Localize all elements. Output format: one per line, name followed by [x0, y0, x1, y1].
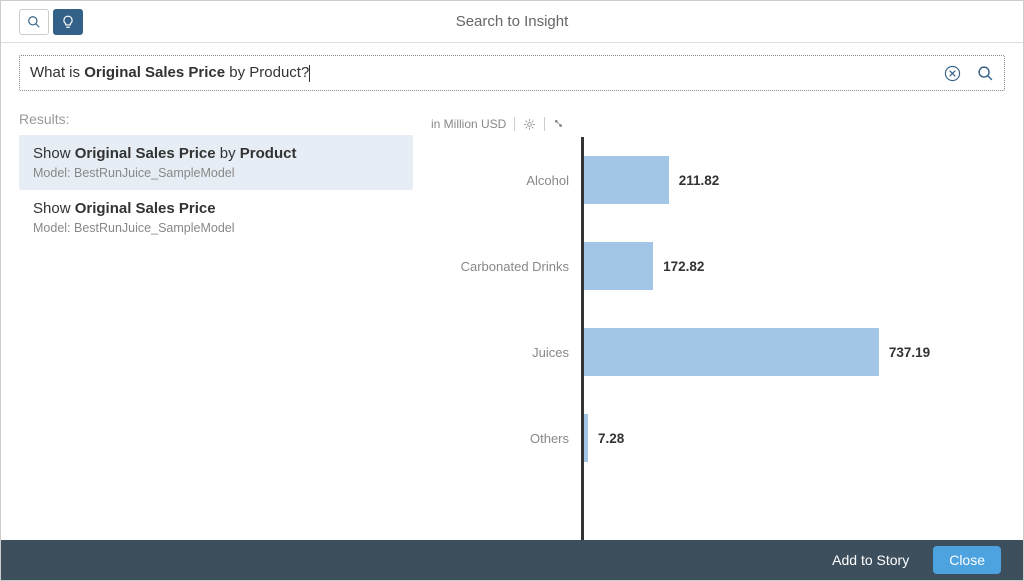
bar-row: 172.82	[584, 223, 1005, 309]
dialog-footer: Add to Story Close	[1, 540, 1023, 580]
dialog-title: Search to Insight	[1, 13, 1023, 30]
category-label: Carbonated Drinks	[425, 223, 581, 309]
clear-icon[interactable]	[944, 65, 961, 82]
bar[interactable]	[584, 414, 588, 462]
result-title: Show Original Sales Price	[33, 200, 399, 217]
search-submit-icon[interactable]	[977, 65, 994, 82]
divider	[544, 117, 545, 131]
result-item-1[interactable]: Show Original Sales Price Model: BestRun…	[19, 190, 413, 245]
divider	[514, 117, 515, 131]
insight-mode-button[interactable]	[53, 9, 83, 35]
bar-value-label: 7.28	[598, 431, 624, 446]
add-to-story-button[interactable]: Add to Story	[832, 552, 909, 568]
result-item-0[interactable]: Show Original Sales Price by Product Mod…	[19, 135, 413, 190]
close-button[interactable]: Close	[933, 546, 1001, 574]
category-label: Others	[425, 395, 581, 481]
result-model: Model: BestRunJuice_SampleModel	[33, 221, 399, 235]
bar[interactable]	[584, 328, 879, 376]
bar-value-label: 211.82	[679, 173, 720, 188]
search-icon	[27, 15, 41, 29]
bar-value-label: 737.19	[889, 345, 930, 360]
bar-row: 7.28	[584, 395, 1005, 481]
search-text: What is Original Sales Price by Product?	[30, 64, 944, 82]
search-mode-button[interactable]	[19, 9, 49, 35]
bar-chart: AlcoholCarbonated DrinksJuicesOthers 211…	[425, 137, 1005, 540]
bar-row: 211.82	[584, 137, 1005, 223]
search-input[interactable]: What is Original Sales Price by Product?	[19, 55, 1005, 91]
title-bar: Search to Insight	[1, 1, 1023, 43]
sort-icon[interactable]	[553, 118, 566, 131]
results-label: Results:	[19, 111, 419, 127]
options-icon[interactable]	[523, 118, 536, 131]
result-title: Show Original Sales Price by Product	[33, 145, 399, 162]
bar-value-label: 172.82	[663, 259, 704, 274]
bar-row: 737.19	[584, 309, 1005, 395]
result-model: Model: BestRunJuice_SampleModel	[33, 166, 399, 180]
category-label: Juices	[425, 309, 581, 395]
lightbulb-icon	[61, 15, 75, 29]
bar[interactable]	[584, 156, 669, 204]
bar[interactable]	[584, 242, 653, 290]
category-label: Alcohol	[425, 137, 581, 223]
chart-unit-label: in Million USD	[431, 117, 506, 131]
